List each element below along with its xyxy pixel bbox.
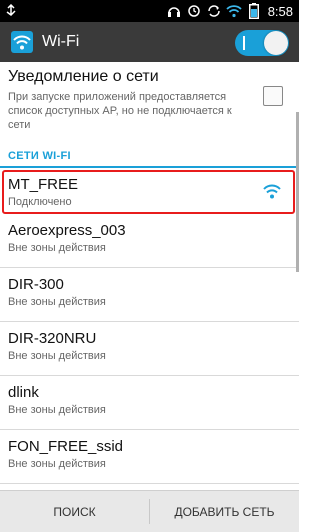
bottom-action-bar: ПОИСК ДОБАВИТЬ СЕТЬ (0, 490, 299, 532)
add-network-button[interactable]: ДОБАВИТЬ СЕТЬ (150, 491, 299, 532)
notification-title: Уведомление о сети (8, 68, 159, 85)
network-name: dlink (8, 384, 39, 401)
action-bar: Wi-Fi (0, 22, 299, 62)
wifi-signal-strength-icon (263, 184, 281, 199)
toggle-knob (264, 31, 288, 55)
network-name: DIR-320NRU (8, 330, 97, 347)
network-name: Aeroexpress_003 (8, 222, 126, 239)
sync-icon (206, 3, 222, 19)
alarm-icon (186, 3, 202, 19)
wifi-settings-icon[interactable] (10, 30, 34, 54)
network-item[interactable]: FON_FREE_ssid Вне зоны действия (0, 430, 299, 484)
network-status: Вне зоны действия (8, 242, 106, 254)
network-notification-setting[interactable]: Уведомление о сети При запуске приложени… (0, 62, 299, 140)
network-status: Вне зоны действия (8, 404, 106, 416)
search-button[interactable]: ПОИСК (0, 491, 149, 532)
notification-description: При запуске приложений предоставляется с… (8, 91, 232, 131)
page-title: Wi-Fi (42, 33, 80, 50)
network-status: Вне зоны действия (8, 458, 106, 470)
scrollbar[interactable] (296, 112, 299, 272)
network-item[interactable]: Aeroexpress_003 Вне зоны действия (0, 214, 299, 268)
notification-checkbox[interactable] (263, 86, 283, 106)
network-item[interactable]: dlink Вне зоны действия (0, 376, 299, 430)
wifi-toggle[interactable] (235, 30, 289, 56)
network-status: Вне зоны действия (8, 350, 106, 362)
network-status: Вне зоны действия (8, 296, 106, 308)
wifi-networks-header: СЕТИ WI-FI (0, 140, 299, 168)
status-bar: 8:58 (0, 0, 299, 22)
battery-icon (246, 3, 262, 19)
network-item[interactable]: DIR-300 Вне зоны действия (0, 268, 299, 322)
usb-icon (0, 0, 22, 22)
network-item-mt-free[interactable]: MT_FREE Подключено (2, 170, 295, 214)
toggle-on-mark (243, 36, 245, 50)
network-name: FON_FREE_ssid (8, 438, 124, 455)
clock-time: 8:58 (267, 3, 293, 19)
network-item[interactable]: DIR-320NRU Вне зоны действия (0, 322, 299, 376)
network-name: MT_FREE (8, 176, 79, 193)
headphones-icon (166, 3, 182, 19)
network-name: DIR-300 (8, 276, 64, 293)
wifi-signal-icon (226, 3, 242, 19)
settings-content: Уведомление о сети При запуске приложени… (0, 62, 299, 490)
section-header-label: СЕТИ WI-FI (8, 150, 71, 162)
network-status: Подключено (8, 196, 72, 208)
